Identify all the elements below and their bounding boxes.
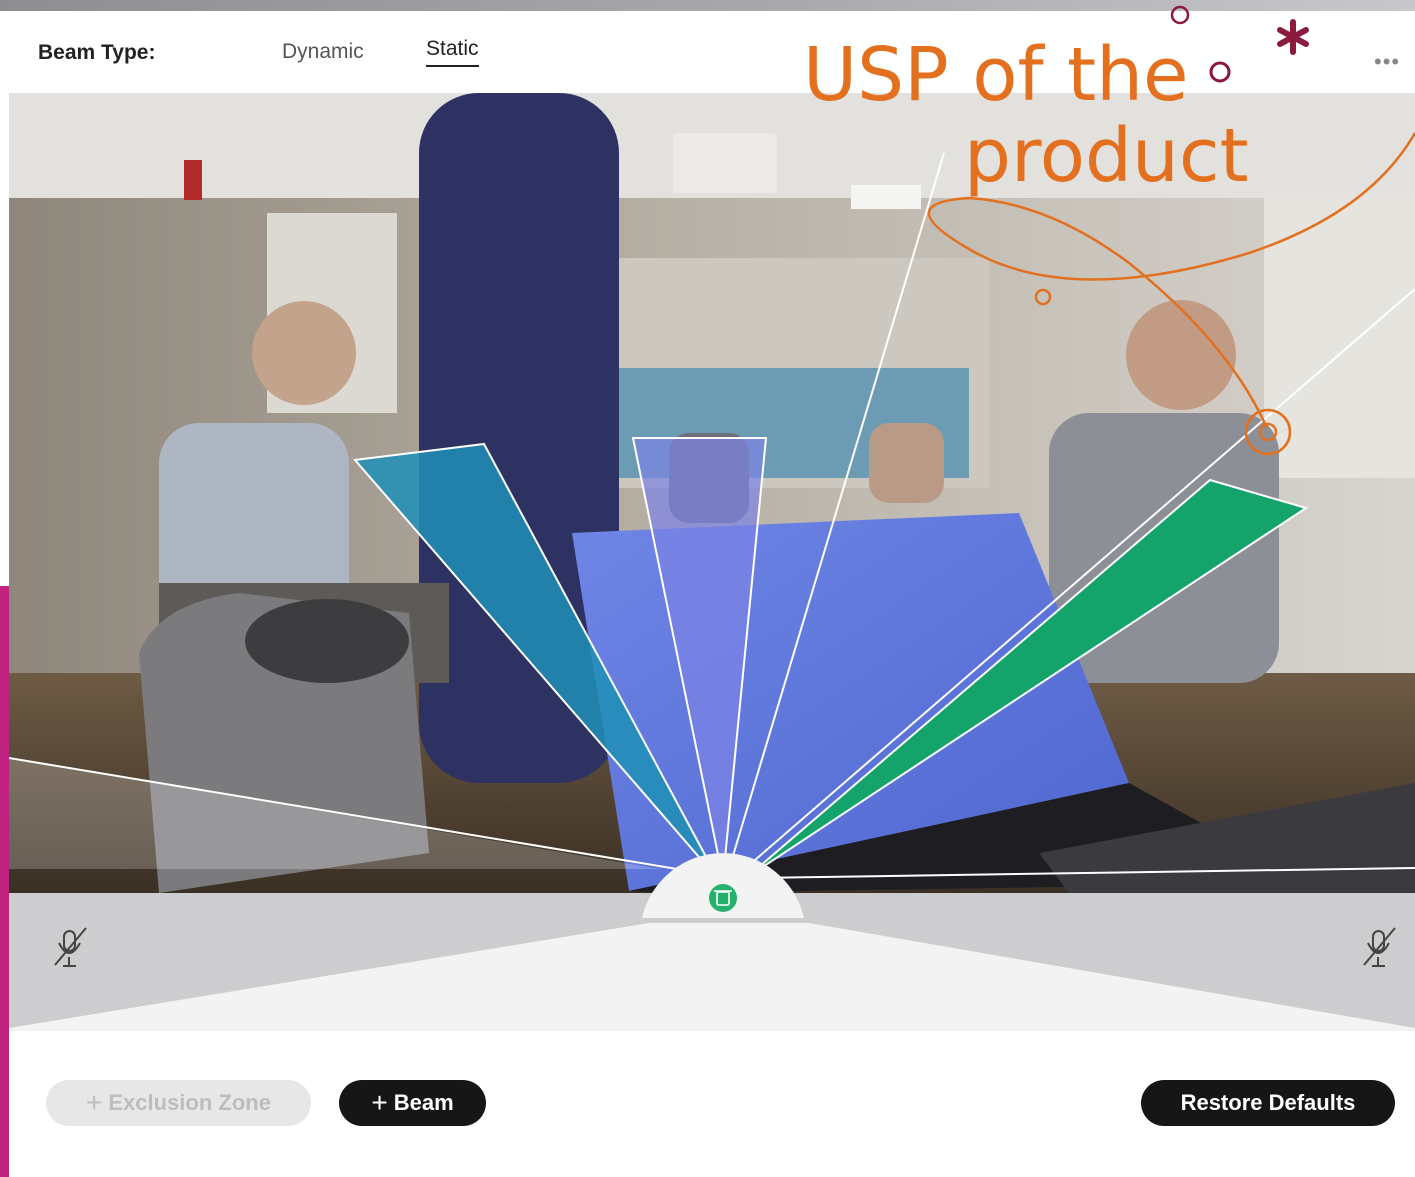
- exclusion-zone-label: Exclusion Zone: [108, 1090, 271, 1115]
- projector: [673, 133, 777, 193]
- plus-icon: +: [371, 1087, 388, 1118]
- restore-defaults-label: Restore Defaults: [1180, 1090, 1356, 1115]
- add-exclusion-zone-button[interactable]: + Exclusion Zone: [46, 1080, 311, 1126]
- camera-view: [8, 93, 1415, 1031]
- speaker-top: [245, 599, 409, 683]
- annotation-marks: [1170, 5, 1309, 83]
- restore-defaults-button[interactable]: Restore Defaults: [1141, 1080, 1395, 1126]
- trash-icon[interactable]: [709, 884, 737, 912]
- plus-icon: +: [86, 1087, 103, 1118]
- tab-static[interactable]: Static: [426, 37, 479, 67]
- asterisk-icon: [1277, 19, 1309, 55]
- beam-canvas: [8, 93, 1415, 1031]
- more-horizontal-icon[interactable]: •••: [1374, 49, 1400, 75]
- person-right-head: [1126, 300, 1236, 410]
- small-circle-icon: [1209, 61, 1231, 83]
- beam-label: Beam: [393, 1090, 454, 1115]
- annotation-title-line-1: USP of the: [803, 32, 1189, 118]
- ceiling-light: [851, 185, 921, 209]
- accent-bar: [0, 586, 9, 1177]
- add-beam-button[interactable]: + Beam: [339, 1080, 486, 1126]
- person-back-right: [869, 423, 944, 503]
- small-circle-icon: [1170, 5, 1190, 25]
- person-left-head: [252, 301, 356, 405]
- tab-dynamic[interactable]: Dynamic: [282, 40, 364, 64]
- beam-type-label: Beam Type:: [38, 41, 156, 64]
- annotation-title-line-2: product: [964, 113, 1249, 199]
- whiteboard: [1264, 193, 1415, 478]
- fire-alarm: [184, 160, 202, 200]
